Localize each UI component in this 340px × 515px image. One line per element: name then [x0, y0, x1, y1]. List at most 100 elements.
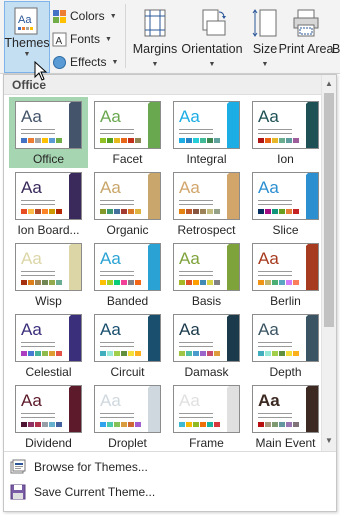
theme-color-swatches [21, 351, 62, 356]
browse-label: Browse for Themes... [34, 460, 148, 474]
color-swatch [21, 422, 27, 427]
theme-thumbnail: Aa [173, 385, 240, 433]
color-swatch [293, 351, 299, 356]
colors-button[interactable]: Colors ▼ [52, 6, 118, 26]
theme-tile[interactable]: Aa Dividend [9, 381, 88, 452]
color-swatch [56, 209, 62, 214]
theme-sample-glyph: Aa [179, 391, 200, 410]
theme-text-lines [21, 413, 55, 421]
fonts-button[interactable]: A Fonts ▼ [52, 29, 118, 49]
theme-thumbnail: Aa [15, 314, 82, 362]
color-swatch [35, 422, 41, 427]
theme-tile[interactable]: Aa Celestial [9, 310, 88, 381]
save-current-theme-item[interactable]: Save Current Theme... [8, 480, 334, 504]
page-fold-icon [63, 102, 71, 110]
chevron-down-icon: ▼ [208, 61, 216, 68]
theme-tile[interactable]: Aa Slice [246, 168, 325, 239]
theme-sample-glyph: Aa [21, 178, 42, 197]
color-swatch [42, 209, 48, 214]
color-swatch [128, 209, 134, 214]
theme-tile[interactable]: Aa Banded [88, 239, 167, 310]
scrollbar[interactable]: ▲ ▼ [321, 75, 336, 451]
theme-text-lines [100, 271, 134, 279]
scrollbar-thumb[interactable] [324, 93, 334, 327]
chevron-down-icon: ▼ [111, 58, 119, 66]
color-swatch [258, 351, 264, 356]
color-swatch [114, 280, 120, 285]
partial-ribbon-label: B [332, 42, 340, 56]
color-swatch [272, 138, 278, 143]
theme-sample-glyph: Aa [100, 107, 121, 126]
color-swatch [293, 209, 299, 214]
color-swatch [193, 209, 199, 214]
theme-name: Basis [191, 294, 222, 308]
color-swatch [186, 351, 192, 356]
color-swatch [279, 280, 285, 285]
color-swatch [28, 209, 34, 214]
page-fold-icon [63, 315, 71, 323]
theme-tile[interactable]: Aa Integral [167, 97, 246, 168]
color-swatch [28, 422, 34, 427]
theme-tile[interactable]: Aa Retrospect [167, 168, 246, 239]
color-swatch [35, 209, 41, 214]
theme-color-swatches [21, 422, 62, 427]
color-swatch [207, 209, 213, 214]
orientation-button[interactable]: Orientation ▼ [180, 4, 244, 69]
color-swatch [28, 280, 34, 285]
color-swatch [286, 351, 292, 356]
print-area-button[interactable]: Print Area [279, 4, 333, 56]
orientation-label: Orientation [181, 42, 243, 56]
theme-tile[interactable]: Aa Depth [246, 310, 325, 381]
theme-tile[interactable]: Aa Ion [246, 97, 325, 168]
scroll-up-arrow-icon[interactable]: ▲ [322, 77, 336, 91]
theme-tile[interactable]: Aa Damask [167, 310, 246, 381]
color-swatch [135, 351, 141, 356]
theme-tile[interactable]: Aa Basis [167, 239, 246, 310]
scroll-down-arrow-icon[interactable]: ▼ [322, 434, 336, 448]
page-fold-icon [221, 244, 229, 252]
size-button[interactable]: Size ▼ [248, 4, 282, 69]
theme-text-lines [100, 129, 134, 137]
theme-tile[interactable]: Aa Wisp [9, 239, 88, 310]
color-swatch [21, 138, 27, 143]
margins-button[interactable]: Margins ▼ [130, 4, 180, 69]
theme-thumbnail: Aa [252, 243, 319, 291]
color-swatch [258, 138, 264, 143]
theme-sample-glyph: Aa [21, 107, 42, 126]
page-fold-icon [63, 244, 71, 252]
color-swatch [193, 138, 199, 143]
theme-tile[interactable]: Aa Facet [88, 97, 167, 168]
theme-color-swatches [100, 138, 141, 143]
theme-tile[interactable]: Aa Berlin [246, 239, 325, 310]
fonts-label: Fonts [70, 32, 101, 46]
menu-divider [4, 451, 336, 452]
theme-tile[interactable]: Aa Ion Board... [9, 168, 88, 239]
theme-tile[interactable]: Aa Frame [167, 381, 246, 452]
theme-text-lines [179, 342, 213, 350]
theme-tile[interactable]: Aa Organic [88, 168, 167, 239]
page-fold-icon [221, 386, 229, 394]
theme-name: Integral [186, 152, 227, 166]
theme-tile[interactable]: Aa Main Event [246, 381, 325, 452]
orientation-icon [197, 8, 227, 38]
effects-button[interactable]: Effects ▼ [52, 52, 118, 72]
theme-text-lines [179, 200, 213, 208]
theme-name: Ion Board... [17, 223, 80, 237]
color-swatch [279, 422, 285, 427]
browse-for-themes-item[interactable]: Browse for Themes... [8, 455, 334, 479]
theme-thumbnail: Aa [15, 385, 82, 433]
theme-tile[interactable]: Aa Droplet [88, 381, 167, 452]
print-area-icon [291, 8, 321, 38]
theme-color-swatches [179, 209, 220, 214]
theme-thumbnail: Aa [15, 172, 82, 220]
color-swatch [293, 422, 299, 427]
color-swatch [279, 351, 285, 356]
color-swatch [100, 280, 106, 285]
theme-name: Damask [184, 365, 229, 379]
color-swatch [56, 280, 62, 285]
theme-thumbnail: Aa [173, 314, 240, 362]
theme-text-lines [258, 200, 292, 208]
theme-tile[interactable]: Aa Office [9, 97, 88, 168]
margins-icon [140, 8, 170, 38]
theme-tile[interactable]: Aa Circuit [88, 310, 167, 381]
